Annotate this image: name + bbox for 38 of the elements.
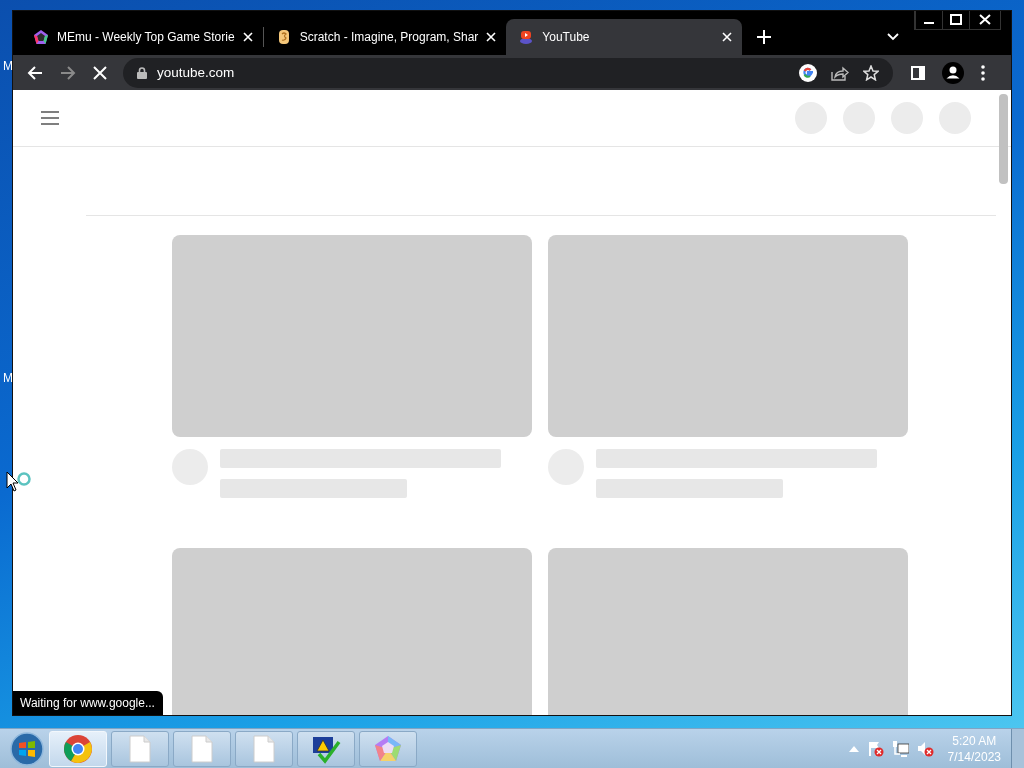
blank-document-icon (253, 734, 275, 763)
share-icon[interactable] (831, 64, 849, 81)
network-icon[interactable] (891, 740, 909, 757)
clock-date: 7/14/2023 (947, 748, 1001, 765)
taskbar-button[interactable] (297, 730, 355, 767)
browser-tab[interactable]: YouTube (506, 19, 743, 55)
address-bar[interactable]: youtube.com (123, 57, 893, 88)
star-icon[interactable] (863, 64, 879, 81)
chrome-logo-icon (63, 733, 93, 764)
chevron-down-icon[interactable] (887, 33, 899, 41)
browser-tab[interactable]: MEmu - Weekly Top Game Storie (21, 19, 263, 55)
play-logo-icon (518, 29, 535, 45)
tab-title: MEmu - Weekly Top Game Storie (57, 30, 235, 44)
flag-error-icon[interactable] (866, 740, 884, 757)
google-g-icon[interactable] (799, 63, 817, 82)
new-tab-icon[interactable] (757, 30, 772, 44)
start-orb-icon[interactable] (10, 731, 44, 766)
pentagon-logo-icon (373, 733, 403, 764)
tab-title: YouTube (542, 30, 591, 44)
browser-tab[interactable]: Scratch - Imagine, Program, Shar (263, 19, 507, 55)
desktop-icon-label: M (3, 371, 13, 385)
status-bubble: Waiting for www.google... (13, 691, 163, 715)
blank-document-icon (191, 734, 213, 763)
pentagon-logo-icon (33, 29, 49, 45)
side-panel-icon[interactable] (911, 65, 925, 80)
blank-document-icon (129, 734, 151, 763)
back-arrow-icon[interactable] (27, 64, 43, 81)
url-text: youtube.com (157, 65, 235, 80)
scrollbar-thumb[interactable] (999, 94, 1008, 184)
stop-icon[interactable] (93, 65, 107, 80)
profile-avatar-icon[interactable] (942, 61, 964, 84)
tab-title: Scratch - Imagine, Program, Shar (299, 30, 479, 44)
forward-arrow-icon (60, 64, 76, 81)
lock-icon (137, 66, 147, 79)
desktop-icon-label: M (3, 59, 13, 73)
clock-time: 5:20 AM (952, 732, 997, 749)
volume-muted-icon[interactable] (916, 740, 934, 757)
menu-icon[interactable] (981, 64, 985, 81)
